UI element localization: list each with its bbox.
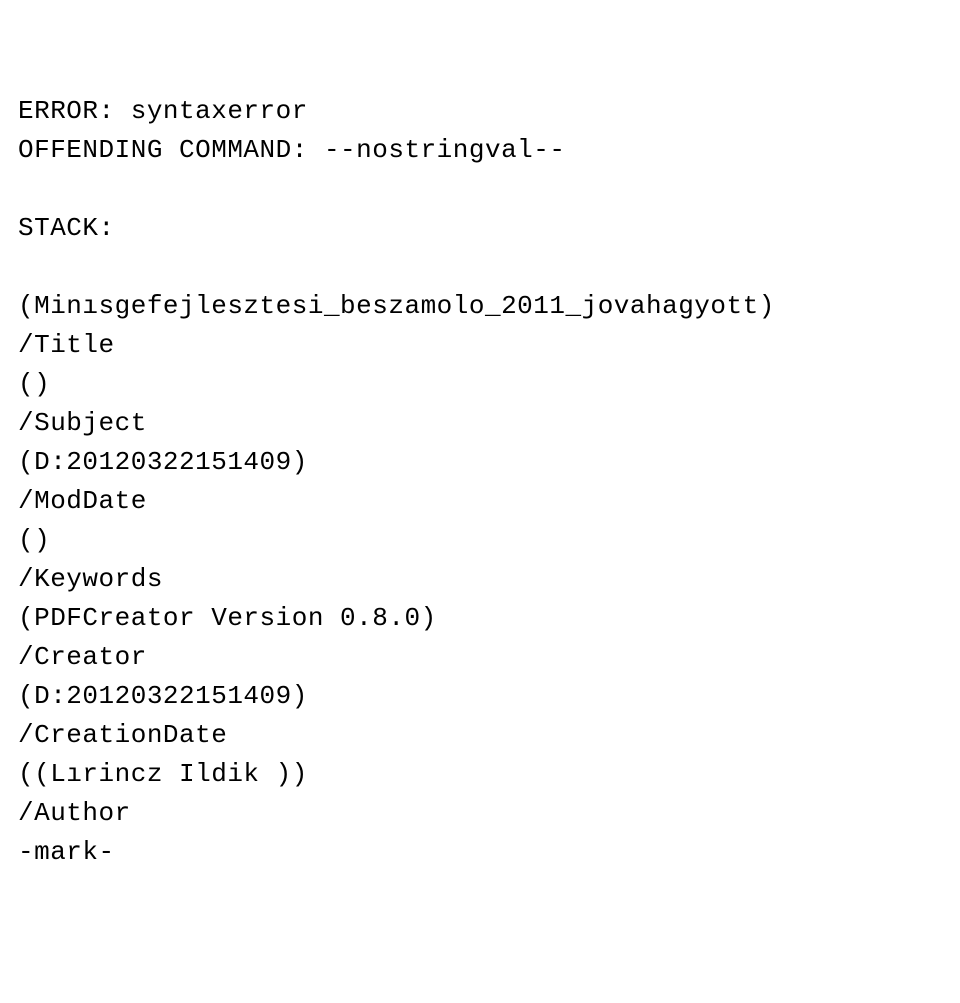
stack-item: ((Lırincz Ildik )) bbox=[18, 759, 308, 789]
stack-header: STACK: bbox=[18, 213, 115, 243]
stack-item: /Title bbox=[18, 330, 115, 360]
stack-item: (PDFCreator Version 0.8.0) bbox=[18, 603, 437, 633]
offending-command-line: OFFENDING COMMAND: --nostringval-- bbox=[18, 135, 566, 165]
stack-item: /Author bbox=[18, 798, 131, 828]
error-line: ERROR: syntaxerror bbox=[18, 96, 308, 126]
stack-item: /Subject bbox=[18, 408, 147, 438]
stack-item: (D:20120322151409) bbox=[18, 447, 308, 477]
stack-item: /ModDate bbox=[18, 486, 147, 516]
stack-item: () bbox=[18, 369, 50, 399]
stack-item: /CreationDate bbox=[18, 720, 227, 750]
stack-item: (Minısgefejlesztesi_beszamolo_2011_jovah… bbox=[18, 291, 775, 321]
stack-item: (D:20120322151409) bbox=[18, 681, 308, 711]
stack-item: -mark- bbox=[18, 837, 115, 867]
stack-item: /Creator bbox=[18, 642, 147, 672]
error-output: ERROR: syntaxerror OFFENDING COMMAND: --… bbox=[18, 92, 942, 872]
stack-item: /Keywords bbox=[18, 564, 163, 594]
stack-item: () bbox=[18, 525, 50, 555]
